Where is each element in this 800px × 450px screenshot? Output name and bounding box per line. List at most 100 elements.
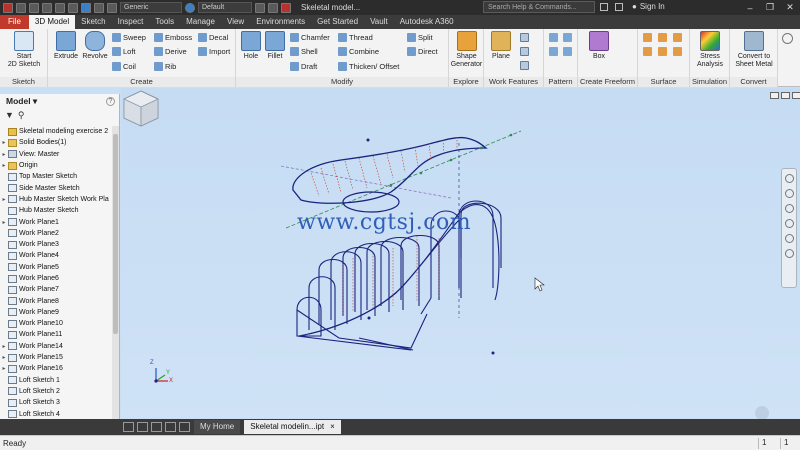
decal-button[interactable]: Decal <box>198 33 228 42</box>
minimize-button[interactable]: – <box>740 0 760 15</box>
start-2d-sketch-button[interactable]: Start 2D Sketch <box>4 31 44 69</box>
tree-node[interactable]: Work Plane5 <box>0 262 112 273</box>
select-icon[interactable] <box>107 2 117 13</box>
tree-node[interactable]: Top Master Sketch <box>0 171 112 182</box>
expand-toggle-icon[interactable]: ▸ <box>0 343 8 350</box>
tab-active-document[interactable]: Skeletal modelin...ipt × <box>244 420 341 434</box>
search-input[interactable]: Search Help & Commands... <box>483 1 595 13</box>
find-icon[interactable]: ⚲ <box>18 110 25 121</box>
mirror-icon[interactable] <box>563 47 572 56</box>
tree-node[interactable]: Skeletal modeling exercise 2 <box>0 126 112 137</box>
expand-toggle-icon[interactable]: ▸ <box>0 354 8 361</box>
tree-node[interactable]: ▸ Work Plane16 <box>0 363 112 374</box>
close-window-button[interactable]: ✕ <box>780 0 800 15</box>
app-menu-icon[interactable] <box>3 2 13 13</box>
rectangular-pattern-icon[interactable] <box>549 33 558 42</box>
box-button[interactable]: Box <box>586 31 612 61</box>
direct-button[interactable]: Direct <box>407 47 438 56</box>
fillet-button[interactable]: Fillet <box>264 31 286 61</box>
tab-inspect[interactable]: Inspect <box>112 15 150 29</box>
tree-node[interactable]: ▸ Work Plane15 <box>0 352 112 363</box>
pan-icon[interactable] <box>784 189 794 198</box>
tree-node[interactable]: Work Plane9 <box>0 307 112 318</box>
expand-toggle-icon[interactable]: ▸ <box>0 365 8 372</box>
new-file-icon[interactable] <box>16 2 26 13</box>
clear-icon[interactable] <box>268 2 278 13</box>
coil-button[interactable]: Coil <box>112 62 136 71</box>
revolve-button[interactable]: Revolve <box>81 31 109 61</box>
arrange-icon[interactable] <box>165 422 176 432</box>
tree-node[interactable]: ▸ Origin <box>0 160 112 171</box>
vp-minimize-button[interactable] <box>770 92 779 99</box>
ucs-icon[interactable] <box>281 2 291 13</box>
tab-sketch[interactable]: Sketch <box>75 15 111 29</box>
undo-icon[interactable] <box>55 2 65 13</box>
scrollbar-thumb[interactable] <box>113 134 118 334</box>
emboss-button[interactable]: Emboss <box>154 33 192 42</box>
loft-button[interactable]: Loft <box>112 47 136 56</box>
tab-tools[interactable]: Tools <box>149 15 180 29</box>
thread-button[interactable]: Thread <box>338 33 373 42</box>
draft-button[interactable]: Draft <box>290 62 317 71</box>
tab-manage[interactable]: Manage <box>180 15 221 29</box>
tree-node[interactable]: ▸ Hub Master Sketch Work Pla <box>0 194 112 205</box>
appearance-dropdown[interactable]: Default <box>198 2 252 13</box>
replace-face-icon[interactable] <box>673 47 682 56</box>
hole-button[interactable]: Hole <box>240 31 262 61</box>
material-dropdown[interactable]: Generic <box>120 2 182 13</box>
browser-title-dropdown[interactable]: Model ▾ <box>6 96 37 107</box>
stress-analysis-button[interactable]: Stress Analysis <box>693 31 727 69</box>
look-at-icon[interactable] <box>784 234 794 243</box>
zoom-window-icon[interactable] <box>784 249 794 258</box>
shape-generator-button[interactable]: Shape Generator <box>450 31 483 69</box>
tab-file[interactable]: File <box>0 15 29 29</box>
steering-wheel-icon[interactable] <box>784 174 794 183</box>
extend-icon[interactable] <box>658 47 667 56</box>
open-file-icon[interactable] <box>29 2 39 13</box>
tree-node[interactable]: Side Master Sketch <box>0 182 112 193</box>
patch-icon[interactable] <box>658 33 667 42</box>
filter-icon[interactable]: ▼ <box>5 110 14 120</box>
browser-help-icon[interactable]: ? <box>106 96 115 106</box>
tree-node[interactable]: Work Plane3 <box>0 239 112 250</box>
tree-node[interactable]: Work Plane10 <box>0 318 112 329</box>
axis-icon[interactable] <box>520 33 529 42</box>
split-button[interactable]: Split <box>407 33 433 42</box>
expand-toggle-icon[interactable]: ▸ <box>0 139 8 146</box>
circular-pattern-icon[interactable] <box>563 33 572 42</box>
help-center-icon[interactable] <box>615 3 623 11</box>
sketch-pattern-icon[interactable] <box>549 47 558 56</box>
thicken-offset-button[interactable]: Thicken/ Offset <box>338 62 399 71</box>
restore-button[interactable]: ❐ <box>760 0 780 15</box>
tree-node[interactable]: ▸ Work Plane1 <box>0 216 112 227</box>
tree-node[interactable]: Work Plane2 <box>0 228 112 239</box>
orbit-icon[interactable] <box>784 219 794 228</box>
browser-scrollbar[interactable] <box>112 126 119 426</box>
home-icon[interactable] <box>81 2 91 13</box>
tree-node[interactable]: Hub Master Sketch <box>0 205 112 216</box>
shell-button[interactable]: Shell <box>290 47 318 56</box>
tab-my-home[interactable]: My Home <box>194 420 241 434</box>
rib-button[interactable]: Rib <box>154 62 176 71</box>
update-icon[interactable] <box>94 2 104 13</box>
close-document-icon[interactable]: × <box>330 422 335 431</box>
ucs-feature-icon[interactable] <box>520 61 529 70</box>
chamfer-button[interactable]: Chamfer <box>290 33 330 42</box>
tree-node[interactable]: Loft Sketch 1 <box>0 375 112 386</box>
import-button[interactable]: Import <box>198 47 230 56</box>
stitch-icon[interactable] <box>643 33 652 42</box>
tree-node[interactable]: Work Plane7 <box>0 284 112 295</box>
sculpt-icon[interactable] <box>673 33 682 42</box>
tab-view[interactable]: View <box>221 15 250 29</box>
expand-toggle-icon[interactable]: ▸ <box>0 196 8 203</box>
tree-node[interactable]: Work Plane6 <box>0 273 112 284</box>
tab-3d-model[interactable]: 3D Model <box>28 15 76 29</box>
expand-toggle-icon[interactable]: ▸ <box>0 219 8 226</box>
expand-toggle-icon[interactable]: ▸ <box>0 151 8 158</box>
tree-node[interactable]: Loft Sketch 2 <box>0 386 112 397</box>
derive-button[interactable]: Derive <box>154 47 187 56</box>
vp-close-button[interactable] <box>792 92 800 99</box>
point-icon[interactable] <box>520 47 529 56</box>
tree-node[interactable]: ▸ View: Master <box>0 149 112 160</box>
tree-node[interactable]: ▸ Solid Bodies(1) <box>0 137 112 148</box>
